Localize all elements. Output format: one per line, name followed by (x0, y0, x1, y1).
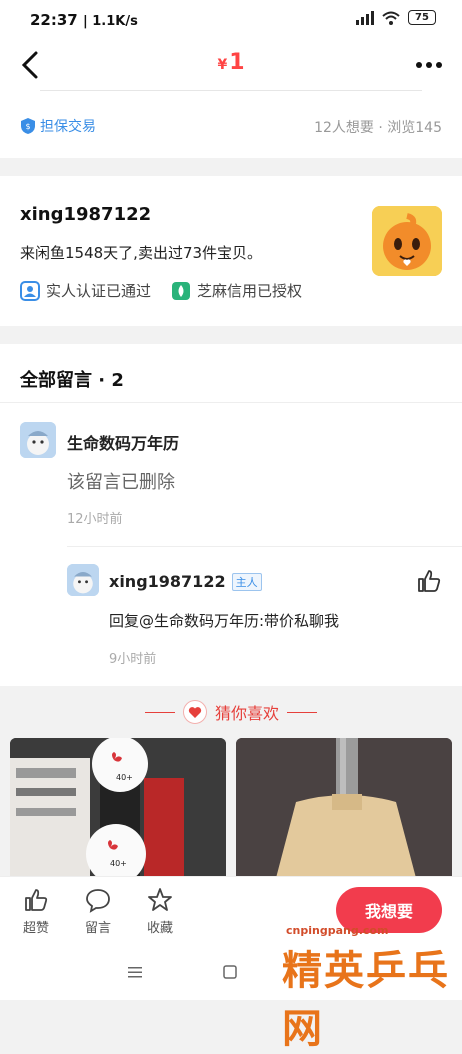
seller-avatar[interactable] (372, 206, 442, 276)
avatar[interactable] (67, 564, 99, 596)
recommend-title: 猜你喜欢 (214, 704, 279, 723)
comments-title: 全部留言 · 2 (20, 370, 124, 391)
wifi-icon (382, 11, 400, 25)
sesame-credit-icon (172, 281, 191, 300)
divider (40, 90, 422, 91)
more-options-icon[interactable] (414, 48, 444, 82)
recommend-card[interactable] (236, 738, 452, 878)
guarantee-label: 担保交易 (40, 119, 96, 135)
reply-time: 9小时前 (109, 652, 157, 667)
heart-icon (182, 700, 207, 724)
badge-verified-label: 实人认证已通过 (46, 282, 152, 300)
comment-time: 12小时前 (67, 512, 123, 527)
seller-description: 来闲鱼1548天了,卖出过73件宝贝。 (20, 244, 263, 262)
product-image-blade (236, 738, 452, 878)
svg-text:40+: 40+ (110, 859, 127, 868)
comment-bubble-icon (86, 889, 110, 913)
favorite-label: 收藏 (146, 921, 173, 936)
divider (0, 402, 462, 403)
watermark-url: cnpingpang.com (286, 924, 389, 937)
svg-text:40+: 40+ (116, 773, 133, 782)
item-price: ¥1 (217, 50, 245, 75)
status-bar: 22:37 | 1.1K/s 75 (0, 0, 462, 40)
status-time: 22:37 | 1.1K/s (30, 11, 138, 29)
divider (144, 711, 175, 713)
comment-text: 该留言已删除 (67, 472, 175, 493)
avatar-image (20, 422, 56, 458)
avatar[interactable] (20, 422, 56, 458)
seller-card[interactable]: xing1987122 来闲鱼1548天了,卖出过73件宝贝。 实人认证已通过 … (0, 176, 462, 326)
verified-user-icon (20, 280, 40, 301)
top-nav: ¥1 (0, 40, 462, 106)
thumbs-up-icon[interactable] (416, 568, 442, 594)
guarantee-link[interactable]: $ 担保交易 (20, 116, 96, 136)
divider (67, 546, 462, 547)
shield-icon: $ (21, 118, 35, 134)
watermark-brand: 精英乒乓网 (282, 948, 450, 1052)
seller-name: xing1987122 (20, 204, 152, 225)
badge-credit-label: 芝麻信用已授权 (197, 282, 303, 300)
battery-icon: 75 (408, 10, 436, 25)
comment-label: 留言 (84, 921, 111, 936)
status-icons: 75 (356, 10, 436, 25)
comment-button[interactable]: 留言 (78, 887, 118, 936)
menu-icon[interactable] (126, 964, 144, 980)
badge-credit: 芝麻信用已授权 (171, 280, 302, 301)
product-image-balls: 40+ 40+ (10, 738, 226, 878)
favorite-button[interactable]: 收藏 (140, 887, 180, 936)
comment-user[interactable]: 生命数码万年历 (67, 430, 179, 454)
like-button[interactable]: 超赞 (16, 887, 56, 936)
home-icon[interactable] (222, 964, 238, 980)
seller-avatar-image (372, 206, 442, 276)
signal-icon (356, 10, 374, 25)
reply-text: 回复@生命数码万年历:带价私聊我 (109, 612, 340, 630)
like-label: 超赞 (22, 921, 49, 936)
item-stats: 12人想要 · 浏览145 (314, 120, 442, 136)
reply-user[interactable]: xing1987122 主人 (109, 572, 262, 591)
seller-badges: 实人认证已通过 芝麻信用已授权 (20, 280, 302, 301)
bottom-action-bar: 超赞 留言 收藏 我想要 (0, 876, 462, 947)
divider (287, 711, 317, 713)
star-icon (148, 888, 172, 911)
thumbs-up-icon (25, 889, 48, 911)
comments-section: 全部留言 · 2 生命数码万年历 该留言已删除 12小时前 xing198712… (0, 344, 462, 686)
badge-verified: 实人认证已通过 (20, 280, 151, 301)
svg-text:$: $ (25, 122, 30, 131)
owner-tag: 主人 (231, 572, 262, 591)
avatar-image (67, 564, 99, 596)
recommend-header: 猜你喜欢 (0, 700, 462, 726)
guarantee-row: $ 担保交易 12人想要 · 浏览145 (0, 106, 462, 158)
recommend-card[interactable]: 40+ 40+ (10, 738, 226, 878)
reply-user-name: xing1987122 (109, 572, 226, 591)
